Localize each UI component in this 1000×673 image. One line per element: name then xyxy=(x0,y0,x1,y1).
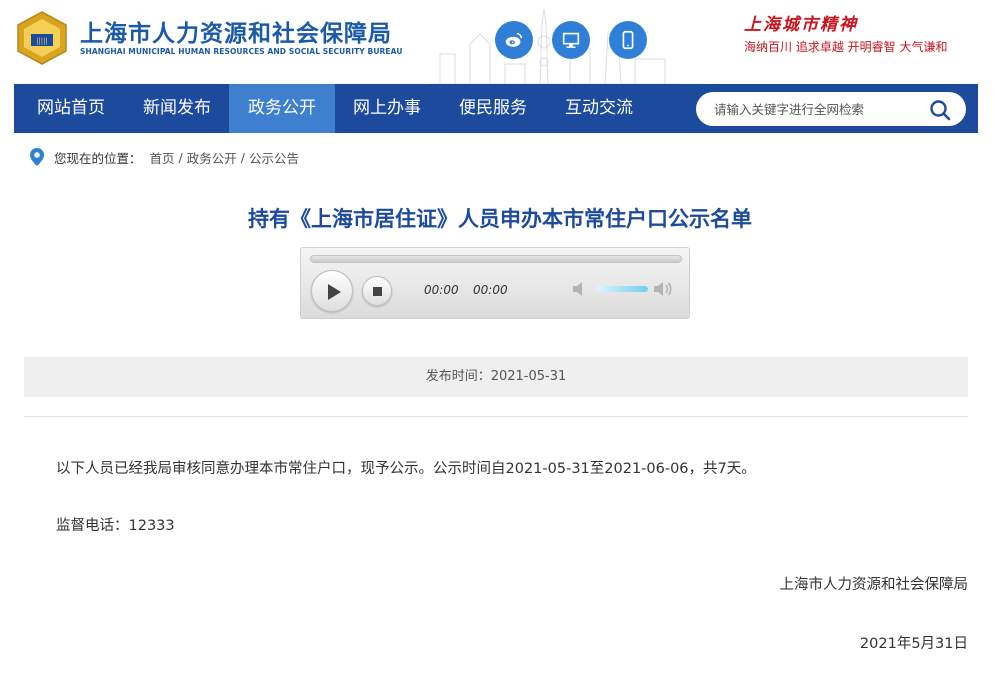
mute-icon[interactable] xyxy=(571,280,591,298)
city-spirit-motto: 海纳百川 追求卓越 开明睿智 大气谦和 xyxy=(744,40,948,54)
mobile-site-button[interactable] xyxy=(609,21,647,59)
svg-text:|||||: ||||| xyxy=(36,37,48,45)
stop-button[interactable] xyxy=(362,276,392,306)
publish-time: 发布时间：2021-05-31 xyxy=(425,369,567,384)
breadcrumb-announcements[interactable]: 公示公告 xyxy=(249,148,299,167)
article-title: 持有《上海市居住证》人员申办本市常住户口公示名单 xyxy=(248,207,752,231)
breadcrumb: 您现在的位置： 首页 / 政务公开 / 公示公告 xyxy=(30,147,299,167)
site-subtitle: SHANGHAI MUNICIPAL HUMAN RESOURCES AND S… xyxy=(80,47,403,56)
signature-date: 2021年5月31日 xyxy=(859,636,968,652)
city-spirit-title: 上海城市精神 xyxy=(744,15,858,35)
site-search xyxy=(696,92,966,126)
mobile-icon xyxy=(622,30,634,50)
nav-item-government-affairs[interactable]: 政务公开 xyxy=(229,84,335,133)
announcement-paragraph: 以下人员已经我局审核同意办理本市常住户口，现予公示。公示时间自2021-05-3… xyxy=(56,461,756,477)
publish-info-bar: 发布时间：2021-05-31 xyxy=(24,357,968,397)
audio-progress-bar[interactable] xyxy=(310,255,682,263)
site-header: ||||| 上海市人力资源和社会保障局 SHANGHAI MUNICIPAL H… xyxy=(0,0,1000,84)
content-divider xyxy=(24,416,968,417)
desktop-site-button[interactable] xyxy=(552,21,590,59)
hotline-paragraph: 监督电话：12333 xyxy=(56,518,175,534)
site-title[interactable]: 上海市人力资源和社会保障局 xyxy=(80,14,392,48)
weibo-button[interactable] xyxy=(495,21,533,59)
main-nav: 网站首页 新闻发布 政务公开 网上办事 便民服务 互动交流 xyxy=(14,84,978,133)
volume-max-icon[interactable] xyxy=(653,280,673,298)
breadcrumb-home[interactable]: 首页 xyxy=(150,148,175,167)
breadcrumb-separator: / xyxy=(178,149,183,165)
bureau-logo-emblem[interactable]: ||||| xyxy=(14,10,70,66)
current-time: 00:00 xyxy=(424,283,459,297)
monitor-icon xyxy=(562,32,580,48)
nav-item-online-services[interactable]: 网上办事 xyxy=(334,84,440,133)
duration-time: 00:00 xyxy=(473,283,508,297)
breadcrumb-prefix: 您现在的位置： xyxy=(54,150,142,166)
nav-item-public-services[interactable]: 便民服务 xyxy=(440,84,546,133)
nav-item-home[interactable]: 网站首页 xyxy=(18,84,124,133)
weibo-icon xyxy=(505,32,523,47)
play-button[interactable] xyxy=(311,270,353,312)
breadcrumb-separator: / xyxy=(240,149,245,165)
signature-organization: 上海市人力资源和社会保障局 xyxy=(779,577,969,593)
nav-item-news[interactable]: 新闻发布 xyxy=(124,84,230,133)
breadcrumb-government-affairs[interactable]: 政务公开 xyxy=(187,148,237,167)
search-input[interactable] xyxy=(714,92,924,126)
location-pin-icon xyxy=(30,148,44,166)
volume-slider[interactable] xyxy=(596,286,648,292)
audio-player: 00:00 00:00 xyxy=(300,247,690,319)
search-icon[interactable] xyxy=(928,98,952,122)
nav-item-interaction[interactable]: 互动交流 xyxy=(546,84,652,133)
